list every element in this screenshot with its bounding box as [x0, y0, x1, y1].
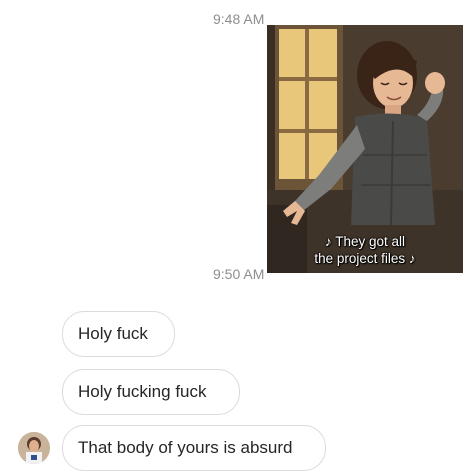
- sender-avatar[interactable]: [18, 432, 50, 464]
- message-bubble[interactable]: That body of yours is absurd: [62, 425, 326, 471]
- timestamp: 9:48 AM: [213, 11, 265, 27]
- caption-line: the project files ♪: [314, 251, 416, 266]
- timestamp: 9:50 AM: [213, 266, 265, 282]
- caption-line: ♪ They got all: [324, 234, 406, 249]
- shared-gif-image[interactable]: ♪ They got all the project files ♪: [267, 25, 463, 273]
- message-bubble[interactable]: Holy fuck: [62, 311, 175, 357]
- gif-caption: ♪ They got all the project files ♪: [267, 233, 463, 267]
- avatar-photo: [18, 432, 50, 464]
- message-bubble[interactable]: Holy fucking fuck: [62, 369, 240, 415]
